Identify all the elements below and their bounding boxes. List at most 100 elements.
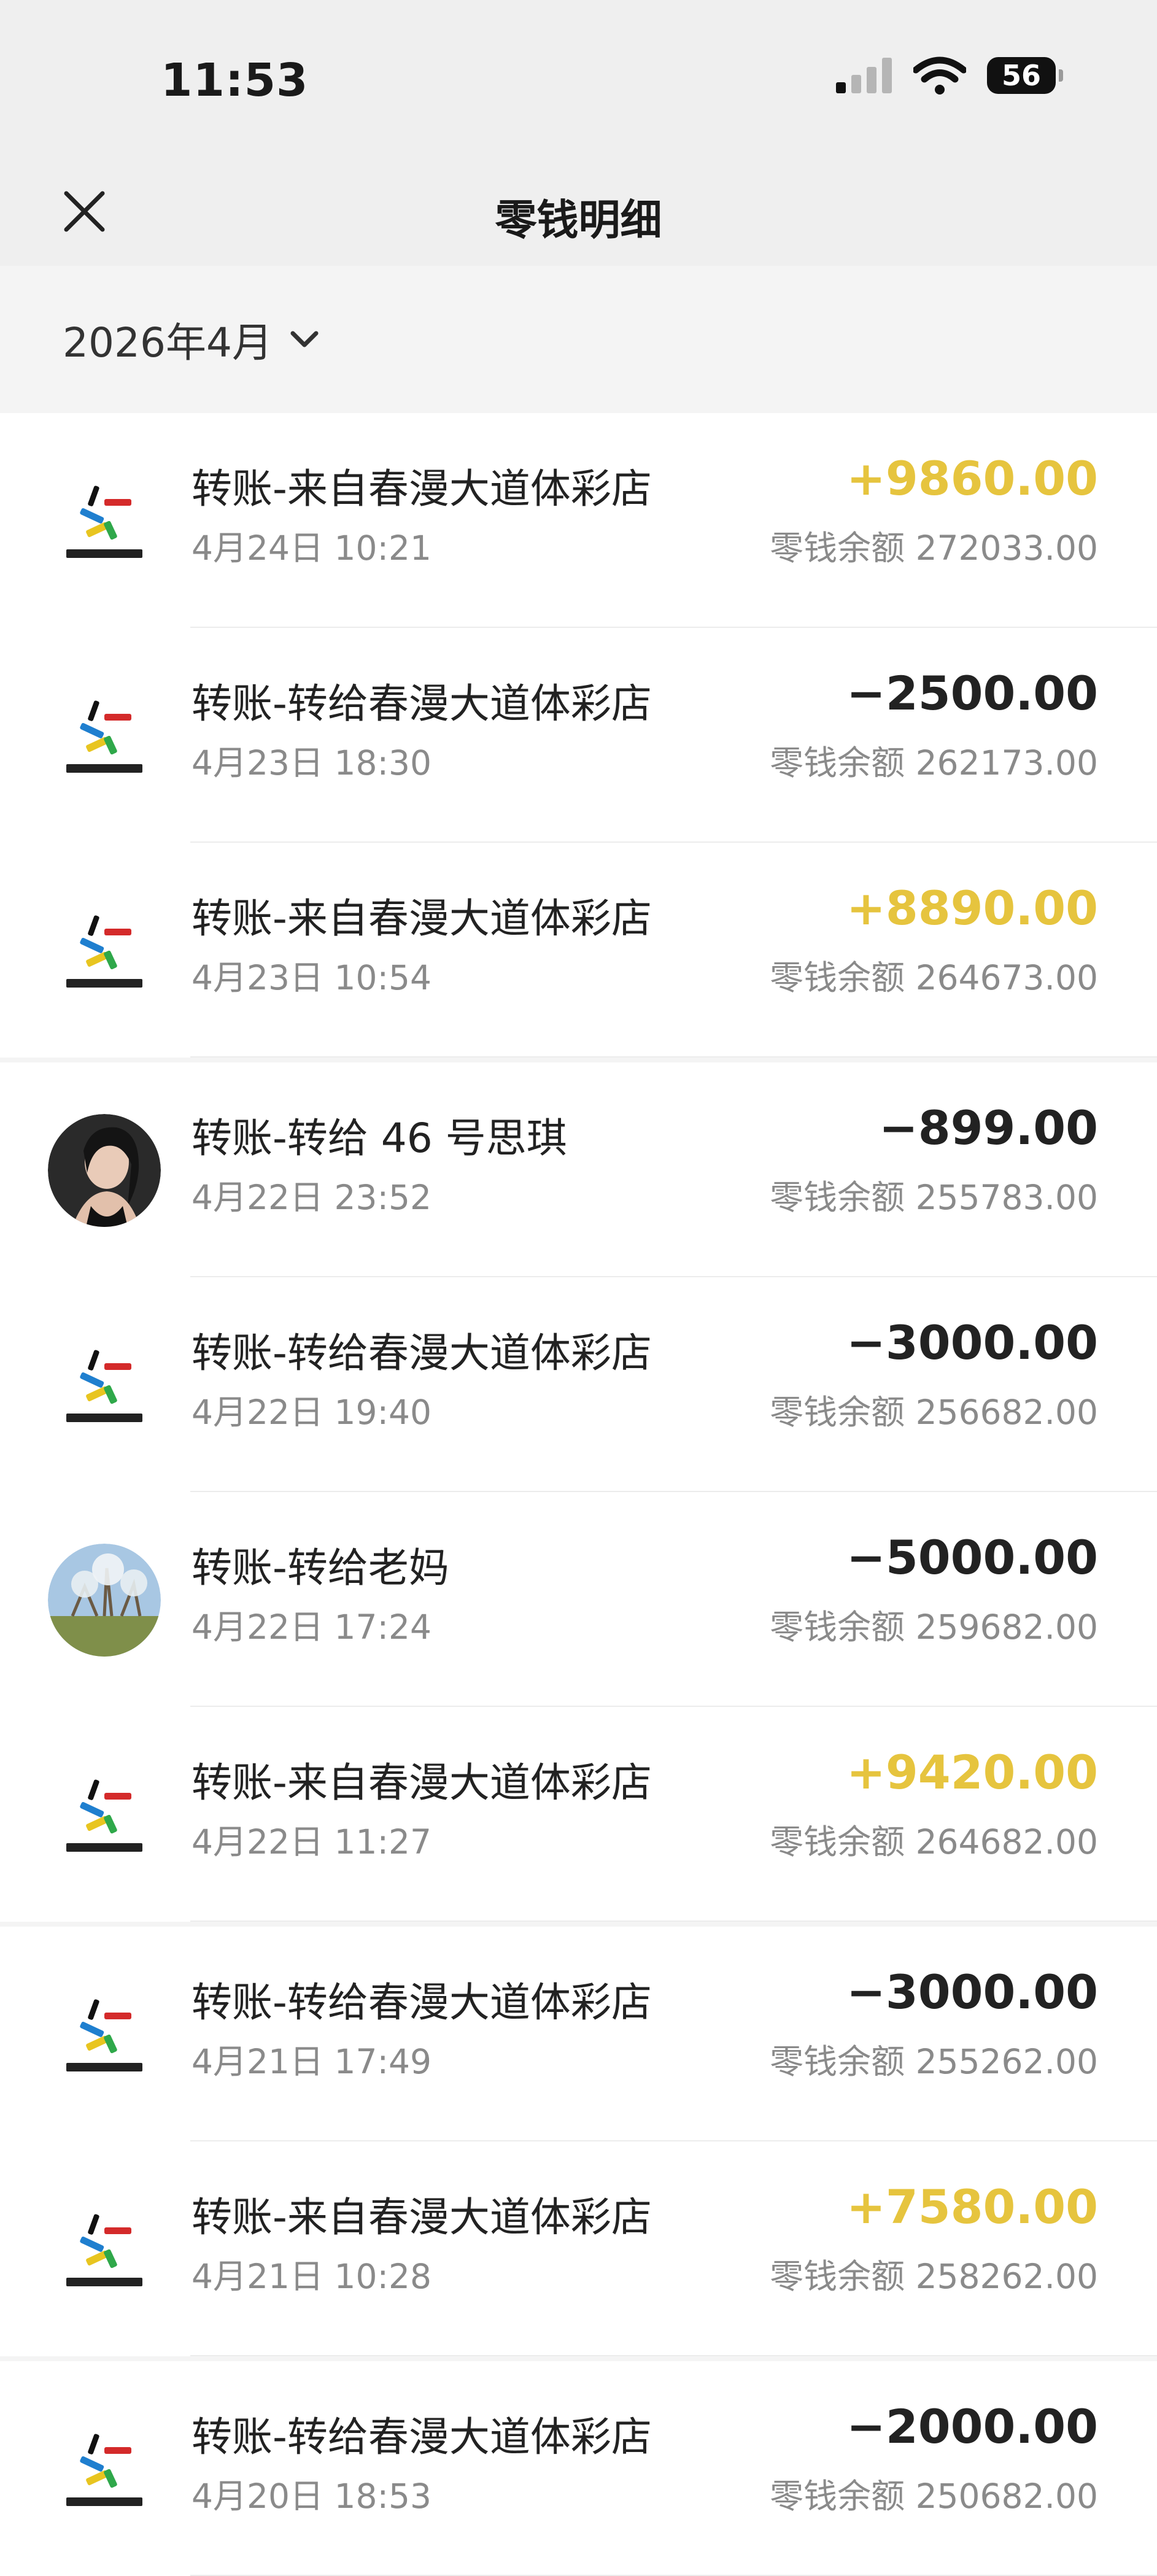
nav-bar: 零钱明细 xyxy=(0,157,1157,266)
transaction-title: 转账-来自春漫大道体彩店 xyxy=(192,1759,652,1806)
transaction-amount: +9860.00 xyxy=(846,451,1098,506)
lottery-logo-icon xyxy=(48,1329,161,1442)
transaction-balance: 零钱余额 258262.00 xyxy=(770,2249,1098,2298)
month-filter-bar: 2026年4月 xyxy=(0,266,1157,413)
balance-value: 258262.00 xyxy=(915,2257,1098,2296)
transaction-row[interactable]: 转账-来自春漫大道体彩店 4月22日 11:27 +9420.00 零钱余额 2… xyxy=(0,1707,1157,1922)
transaction-balance: 零钱余额 255262.00 xyxy=(770,2034,1098,2083)
transaction-balance: 零钱余额 262173.00 xyxy=(770,735,1098,784)
transaction-time: 4月20日 18:53 xyxy=(192,2477,431,2516)
transaction-amount: +7580.00 xyxy=(846,2180,1098,2234)
transaction-row[interactable]: 转账-转给春漫大道体彩店 4月21日 17:49 −3000.00 零钱余额 2… xyxy=(0,1922,1157,2141)
transaction-title: 转账-转给春漫大道体彩店 xyxy=(192,1979,652,2026)
transaction-row[interactable]: 转账-转给 46 号思琪 4月22日 23:52 −899.00 零钱余额 25… xyxy=(0,1058,1157,1277)
transaction-row[interactable]: 转账-来自春漫大道体彩店 4月23日 10:54 +8890.00 零钱余额 2… xyxy=(0,843,1157,1058)
avatar xyxy=(48,1114,161,1227)
lottery-logo-icon xyxy=(48,2193,161,2306)
transaction-row[interactable]: 转账-来自春漫大道体彩店 4月24日 10:21 +9860.00 零钱余额 2… xyxy=(0,413,1157,628)
transaction-amount: −2500.00 xyxy=(846,666,1098,721)
transaction-time: 4月23日 10:54 xyxy=(192,958,431,997)
balance-value: 259682.00 xyxy=(915,1607,1098,1647)
lottery-logo-icon xyxy=(48,1978,161,2091)
transaction-row[interactable]: 转账-转给老妈 4月22日 17:24 −5000.00 零钱余额 259682… xyxy=(0,1492,1157,1707)
chevron-down-icon xyxy=(290,331,319,347)
transaction-title: 转账-转给老妈 xyxy=(192,1544,449,1592)
transaction-amount: −2000.00 xyxy=(846,2399,1098,2454)
transaction-time: 4月23日 18:30 xyxy=(192,743,431,783)
transaction-time: 4月22日 17:24 xyxy=(192,1607,431,1647)
status-time: 11:53 xyxy=(161,54,309,107)
balance-label: 零钱余额 xyxy=(770,1178,905,1217)
balance-value: 262173.00 xyxy=(915,743,1098,783)
lottery-logo-icon xyxy=(48,1758,161,1871)
transaction-time: 4月21日 17:49 xyxy=(192,2042,431,2081)
balance-label: 零钱余额 xyxy=(770,1393,905,1432)
balance-value: 256682.00 xyxy=(915,1393,1098,1432)
transaction-amount: −3000.00 xyxy=(846,1315,1098,1370)
transaction-title: 转账-来自春漫大道体彩店 xyxy=(192,2194,652,2241)
transaction-title: 转账-转给春漫大道体彩店 xyxy=(192,680,652,727)
avatar xyxy=(48,894,161,1007)
transaction-row[interactable]: 转账-转给春漫大道体彩店 4月22日 19:40 −3000.00 零钱余额 2… xyxy=(0,1277,1157,1492)
transaction-row[interactable]: 转账-转给春漫大道体彩店 4月23日 18:30 −2500.00 零钱余额 2… xyxy=(0,628,1157,843)
avatar xyxy=(48,1329,161,1442)
month-label: 2026年4月 xyxy=(63,319,273,366)
wifi-icon xyxy=(913,56,966,95)
balance-value: 272033.00 xyxy=(915,528,1098,568)
transaction-title: 转账-转给春漫大道体彩店 xyxy=(192,1329,652,1377)
lottery-logo-icon xyxy=(48,894,161,1007)
avatar xyxy=(48,1544,161,1657)
person-avatar-icon xyxy=(48,1114,161,1227)
transaction-balance: 零钱余额 272033.00 xyxy=(770,520,1098,570)
avatar xyxy=(48,1758,161,1871)
transaction-title: 转账-转给春漫大道体彩店 xyxy=(192,2413,652,2461)
status-icons: 56 xyxy=(836,56,1063,95)
transaction-balance: 零钱余额 264673.00 xyxy=(770,950,1098,999)
transaction-title: 转账-转给 46 号思琪 xyxy=(192,1115,567,1162)
signal-icon xyxy=(836,58,892,93)
lottery-logo-icon xyxy=(48,2413,161,2526)
transaction-balance: 零钱余额 250682.00 xyxy=(770,2469,1098,2518)
lottery-logo-icon xyxy=(48,465,161,578)
avatar xyxy=(48,465,161,578)
transaction-amount: +8890.00 xyxy=(846,881,1098,935)
balance-label: 零钱余额 xyxy=(770,1607,905,1647)
transaction-title: 转账-来自春漫大道体彩店 xyxy=(192,895,652,942)
transaction-row[interactable]: 转账-来自春漫大道体彩店 4月21日 10:28 +7580.00 零钱余额 2… xyxy=(0,2141,1157,2356)
transaction-time: 4月22日 11:27 xyxy=(192,1822,431,1862)
balance-label: 零钱余额 xyxy=(770,2257,905,2296)
balance-label: 零钱余额 xyxy=(770,1822,905,1862)
balance-label: 零钱余额 xyxy=(770,2042,905,2081)
status-bar: 11:53 56 xyxy=(0,0,1157,157)
avatar xyxy=(48,2413,161,2526)
transaction-balance: 零钱余额 259682.00 xyxy=(770,1599,1098,1649)
battery-icon: 56 xyxy=(987,57,1063,94)
transaction-balance: 零钱余额 255783.00 xyxy=(770,1170,1098,1219)
balance-label: 零钱余额 xyxy=(770,2477,905,2516)
lottery-logo-icon xyxy=(48,679,161,792)
transaction-time: 4月22日 23:52 xyxy=(192,1178,431,1217)
balance-value: 250682.00 xyxy=(915,2477,1098,2516)
transaction-row[interactable]: 转账-转给春漫大道体彩店 4月20日 18:53 −2000.00 零钱余额 2… xyxy=(0,2356,1157,2576)
transaction-list: 转账-来自春漫大道体彩店 4月24日 10:21 +9860.00 零钱余额 2… xyxy=(0,413,1157,2576)
transaction-balance: 零钱余额 256682.00 xyxy=(770,1385,1098,1434)
avatar xyxy=(48,2193,161,2306)
transaction-time: 4月22日 19:40 xyxy=(192,1393,431,1432)
transaction-amount: −3000.00 xyxy=(846,1965,1098,2019)
balance-label: 零钱余额 xyxy=(770,528,905,568)
balance-value: 255262.00 xyxy=(915,2042,1098,2081)
transaction-title: 转账-来自春漫大道体彩店 xyxy=(192,465,652,512)
transaction-amount: −5000.00 xyxy=(846,1530,1098,1585)
transaction-time: 4月21日 10:28 xyxy=(192,2257,431,2296)
transaction-amount: −899.00 xyxy=(879,1100,1098,1155)
avatar xyxy=(48,679,161,792)
balance-value: 264673.00 xyxy=(915,958,1098,997)
avatar xyxy=(48,1978,161,2091)
landscape-avatar-icon xyxy=(48,1544,161,1657)
balance-value: 255783.00 xyxy=(915,1178,1098,1217)
balance-label: 零钱余额 xyxy=(770,958,905,997)
month-picker[interactable]: 2026年4月 xyxy=(63,310,319,369)
page-title: 零钱明细 xyxy=(495,196,662,245)
balance-label: 零钱余额 xyxy=(770,743,905,783)
transaction-balance: 零钱余额 264682.00 xyxy=(770,1814,1098,1863)
